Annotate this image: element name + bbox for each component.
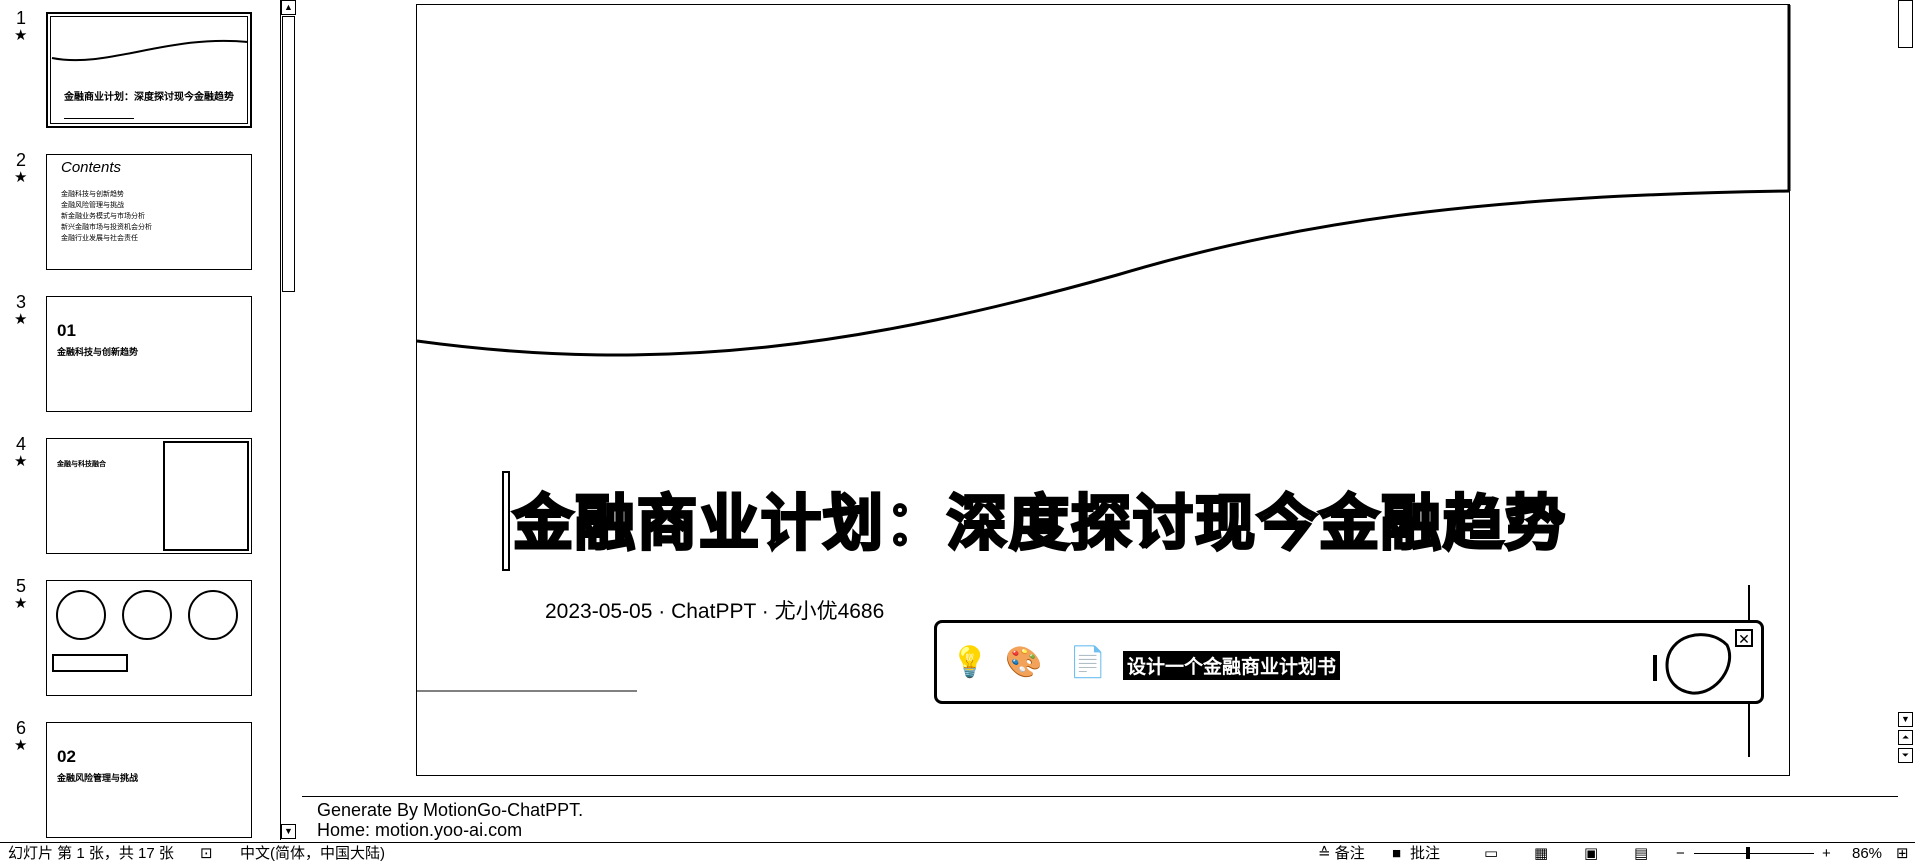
thumbnail-row-3[interactable]: 3 ★ 01 金融科技与创新趋势 bbox=[0, 292, 298, 422]
list-item: 金融行业发展与社会责任 bbox=[61, 235, 138, 242]
slide-thumbnails-pane: 1 ★ 金融商业计划：深度探讨现今金融趋势 2 ★ Contents 金融科技与… bbox=[0, 0, 298, 840]
thumb-circles bbox=[52, 590, 238, 672]
thumb-section-number: 02 bbox=[57, 747, 76, 766]
thumb-subtitle-line bbox=[64, 118, 134, 119]
scroll-down-icon[interactable]: ▼ bbox=[281, 824, 296, 839]
chatppt-assistant-bar: 💡 🎨 📄 设计一个金融商业计划书 ✕ bbox=[934, 620, 1764, 704]
slide-number: 6 bbox=[16, 718, 27, 738]
document-icon[interactable]: 📄 bbox=[1069, 645, 1106, 681]
thumb-image bbox=[163, 441, 249, 551]
accessibility-icon[interactable]: ⊡ bbox=[200, 844, 213, 864]
thumbnails-scrollbar[interactable]: ▲ ▼ bbox=[280, 0, 297, 840]
notes-text-line[interactable]: Home: motion.yoo-ai.com bbox=[317, 819, 522, 841]
palette-icon[interactable]: 🎨 bbox=[1005, 645, 1042, 681]
thumb-heading: 金融与科技融合 bbox=[57, 461, 106, 468]
zoom-level[interactable]: 86% bbox=[1852, 844, 1882, 864]
slide-subtitle[interactable]: 2023-05-05 · ChatPPT · 尤小优4686 bbox=[545, 595, 884, 625]
thumb-section-title: 金融科技与创新趋势 bbox=[57, 347, 139, 357]
scrollbar-thumb[interactable] bbox=[282, 16, 295, 292]
slide-number: 3 bbox=[16, 292, 27, 312]
thumbnail-row-4[interactable]: 4 ★ 金融与科技融合 bbox=[0, 434, 298, 564]
animation-star-icon: ★ bbox=[14, 595, 28, 612]
animation-star-icon: ★ bbox=[14, 27, 28, 44]
status-bar: 幻灯片 第 1 张，共 17 张 ⊡ 中文(简体，中国大陆) ≙ 备注 ■ 批注… bbox=[0, 842, 1915, 865]
slide-thumbnail-5[interactable] bbox=[46, 580, 252, 696]
previous-slide-icon[interactable]: ⏶ bbox=[1898, 730, 1913, 745]
thumbnail-row-2[interactable]: 2 ★ Contents 金融科技与创新趋势 金融风险管理与挑战 新金融业务模式… bbox=[0, 150, 298, 280]
zoom-slider[interactable] bbox=[1694, 847, 1814, 859]
zoom-out-button[interactable]: − bbox=[1676, 844, 1685, 864]
title-accent-bar bbox=[502, 471, 510, 571]
animation-star-icon: ★ bbox=[14, 737, 28, 754]
slide-thumbnail-2[interactable]: Contents 金融科技与创新趋势 金融风险管理与挑战 新金融业务模式与市场分… bbox=[46, 154, 252, 270]
notes-text-line[interactable]: Generate By MotionGo-ChatPPT. bbox=[317, 799, 583, 821]
slideshow-icon[interactable]: ▤ bbox=[1634, 844, 1648, 864]
comments-button[interactable]: 批注 bbox=[1410, 844, 1440, 864]
slide-thumbnail-1[interactable]: 金融商业计划：深度探讨现今金融趋势 bbox=[46, 12, 252, 128]
next-slide-icon[interactable]: ⏷ bbox=[1898, 748, 1913, 763]
assistant-prompt[interactable]: 设计一个金融商业计划书 bbox=[1123, 651, 1341, 680]
scrollbar-thumb[interactable] bbox=[1898, 0, 1913, 48]
thumbnail-row-6[interactable]: 6 ★ 02 金融风险管理与挑战 bbox=[0, 718, 298, 840]
notes-pane[interactable]: Generate By MotionGo-ChatPPT. Home: moti… bbox=[302, 796, 1898, 843]
animation-star-icon: ★ bbox=[14, 311, 28, 328]
slide-count-status: 幻灯片 第 1 张，共 17 张 bbox=[8, 845, 174, 862]
scroll-down-icon[interactable]: ▼ bbox=[1898, 712, 1913, 727]
slide-title[interactable]: 金融商业计划：深度探讨现今金融趋势 bbox=[512, 475, 1567, 562]
list-item: 新金融业务模式与市场分析 bbox=[61, 213, 145, 220]
slide-editor: 金融商业计划：深度探讨现今金融趋势 2023-05-05 · ChatPPT ·… bbox=[302, 0, 1892, 795]
list-item: 金融风险管理与挑战 bbox=[61, 202, 124, 209]
list-item: 新兴金融市场与投资机会分析 bbox=[61, 224, 152, 231]
notes-button[interactable]: ≙ 备注 bbox=[1318, 844, 1365, 864]
slide-number: 1 bbox=[16, 8, 27, 28]
normal-view-icon[interactable]: ▭ bbox=[1484, 844, 1498, 864]
fit-to-window-icon[interactable]: ⊞ bbox=[1896, 844, 1909, 864]
slide-number: 2 bbox=[16, 150, 27, 170]
zoom-in-button[interactable]: + bbox=[1822, 844, 1831, 864]
slide-sorter-icon[interactable]: ▦ bbox=[1534, 844, 1548, 864]
wave-shape bbox=[51, 39, 249, 62]
thumbnail-row-1[interactable]: 1 ★ 金融商业计划：深度探讨现今金融趋势 bbox=[0, 8, 298, 138]
list-item: 金融科技与创新趋势 bbox=[61, 191, 124, 198]
zoom-slider-thumb[interactable] bbox=[1746, 847, 1751, 859]
assistant-mascot-icon[interactable] bbox=[1647, 625, 1737, 699]
close-icon[interactable]: ✕ bbox=[1735, 629, 1753, 647]
animation-star-icon: ★ bbox=[14, 169, 28, 186]
slide-number: 5 bbox=[16, 576, 27, 596]
slide-number: 4 bbox=[16, 434, 27, 454]
thumbnail-row-5[interactable]: 5 ★ bbox=[0, 576, 298, 706]
thumb-title: 金融商业计划：深度探讨现今金融趋势 bbox=[64, 92, 234, 103]
thumb-contents-heading: Contents bbox=[61, 159, 122, 176]
thumb-contents-list: 金融科技与创新趋势 金融风险管理与挑战 新金融业务模式与市场分析 新兴金融市场与… bbox=[61, 189, 152, 244]
animation-star-icon: ★ bbox=[14, 453, 28, 470]
scroll-up-icon[interactable]: ▲ bbox=[281, 0, 296, 15]
lightbulb-icon[interactable]: 💡 bbox=[951, 645, 988, 681]
editor-scrollbar[interactable]: ▼ ⏶ ⏷ bbox=[1898, 0, 1915, 840]
reading-view-icon[interactable]: ▣ bbox=[1584, 844, 1598, 864]
slide-thumbnail-6[interactable]: 02 金融风险管理与挑战 bbox=[46, 722, 252, 838]
slide-thumbnail-3[interactable]: 01 金融科技与创新趋势 bbox=[46, 296, 252, 412]
comments-icon[interactable]: ■ bbox=[1392, 844, 1401, 864]
slide-thumbnail-4[interactable]: 金融与科技融合 bbox=[46, 438, 252, 554]
thumb-section-number: 01 bbox=[57, 321, 76, 340]
thumb-section-title: 金融风险管理与挑战 bbox=[57, 773, 139, 783]
language-status[interactable]: 中文(简体，中国大陆) bbox=[240, 844, 385, 864]
